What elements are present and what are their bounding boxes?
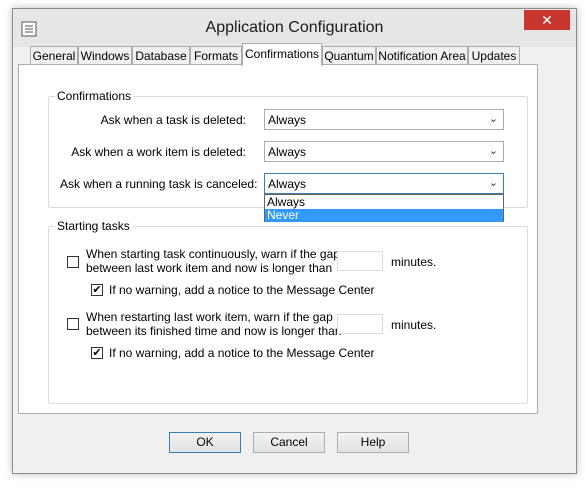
dropdown-list: Always Never [264, 194, 504, 222]
ask-task-deleted-value: Always [268, 113, 307, 127]
tab-windows[interactable]: Windows [78, 46, 132, 65]
cancel-button[interactable]: Cancel [253, 432, 325, 453]
warn-continuous-checkbox[interactable] [67, 256, 79, 268]
confirmations-group-title: Confirmations [55, 89, 134, 103]
ok-button[interactable]: OK [169, 432, 241, 453]
warn-restart-minutes-input[interactable] [337, 314, 383, 334]
dropdown-option-always[interactable]: Always [265, 196, 503, 209]
close-icon: ✕ [541, 12, 553, 28]
ask-task-deleted-select[interactable]: Always ⌄ [264, 109, 504, 130]
notice-continuous-label: If no warning, add a notice to the Messa… [109, 283, 375, 297]
warn-restart-checkbox[interactable] [67, 318, 79, 330]
tab-database[interactable]: Database [132, 46, 190, 65]
tab-quantum[interactable]: Quantum [322, 46, 376, 65]
chevron-down-icon: ⌄ [488, 145, 498, 157]
notice-restart-label: If no warning, add a notice to the Messa… [109, 346, 375, 360]
starting-tasks-group-title: Starting tasks [55, 219, 132, 233]
close-button[interactable]: ✕ [524, 10, 570, 30]
warn-restart-line2: between its finished time and now is lon… [86, 324, 342, 338]
chevron-down-icon: ⌄ [488, 177, 498, 189]
tab-notification-area[interactable]: Notification Area [376, 46, 468, 65]
warn-restart-line1: When restarting last work item, warn if … [86, 310, 333, 324]
warn-restart-unit: minutes. [391, 318, 437, 332]
tab-updates[interactable]: Updates [468, 46, 520, 65]
ask-work-item-deleted-select[interactable]: Always ⌄ [264, 141, 504, 162]
warn-continuous-line1: When starting task continuously, warn if… [86, 247, 340, 261]
title-bar[interactable]: Application Configuration ✕ [13, 9, 576, 47]
chevron-down-icon: ⌄ [488, 113, 498, 125]
ask-running-task-canceled-label: Ask when a running task is canceled: [60, 177, 258, 191]
ask-running-task-canceled-value: Always [268, 177, 307, 191]
ask-running-task-canceled-select[interactable]: Always ⌄ [264, 173, 504, 194]
warn-continuous-unit: minutes. [391, 255, 437, 269]
window-title: Application Configuration [205, 19, 384, 36]
check-icon: ✔ [92, 284, 102, 296]
ask-work-item-deleted-label: Ask when a work item is deleted: [71, 145, 246, 159]
ask-work-item-deleted-value: Always [268, 145, 307, 159]
ask-task-deleted-label: Ask when a task is deleted: [100, 113, 246, 127]
warn-continuous-minutes-input[interactable] [337, 251, 383, 271]
tab-confirmations[interactable]: Confirmations [242, 43, 322, 66]
notice-continuous-checkbox[interactable]: ✔ [91, 284, 103, 296]
tab-formats[interactable]: Formats [190, 46, 242, 65]
check-icon: ✔ [92, 347, 102, 359]
notice-restart-checkbox[interactable]: ✔ [91, 347, 103, 359]
warn-continuous-line2: between last work item and now is longer… [86, 261, 333, 275]
tab-general[interactable]: General [30, 46, 78, 65]
help-button[interactable]: Help [337, 432, 409, 453]
dropdown-option-never[interactable]: Never [265, 209, 503, 222]
